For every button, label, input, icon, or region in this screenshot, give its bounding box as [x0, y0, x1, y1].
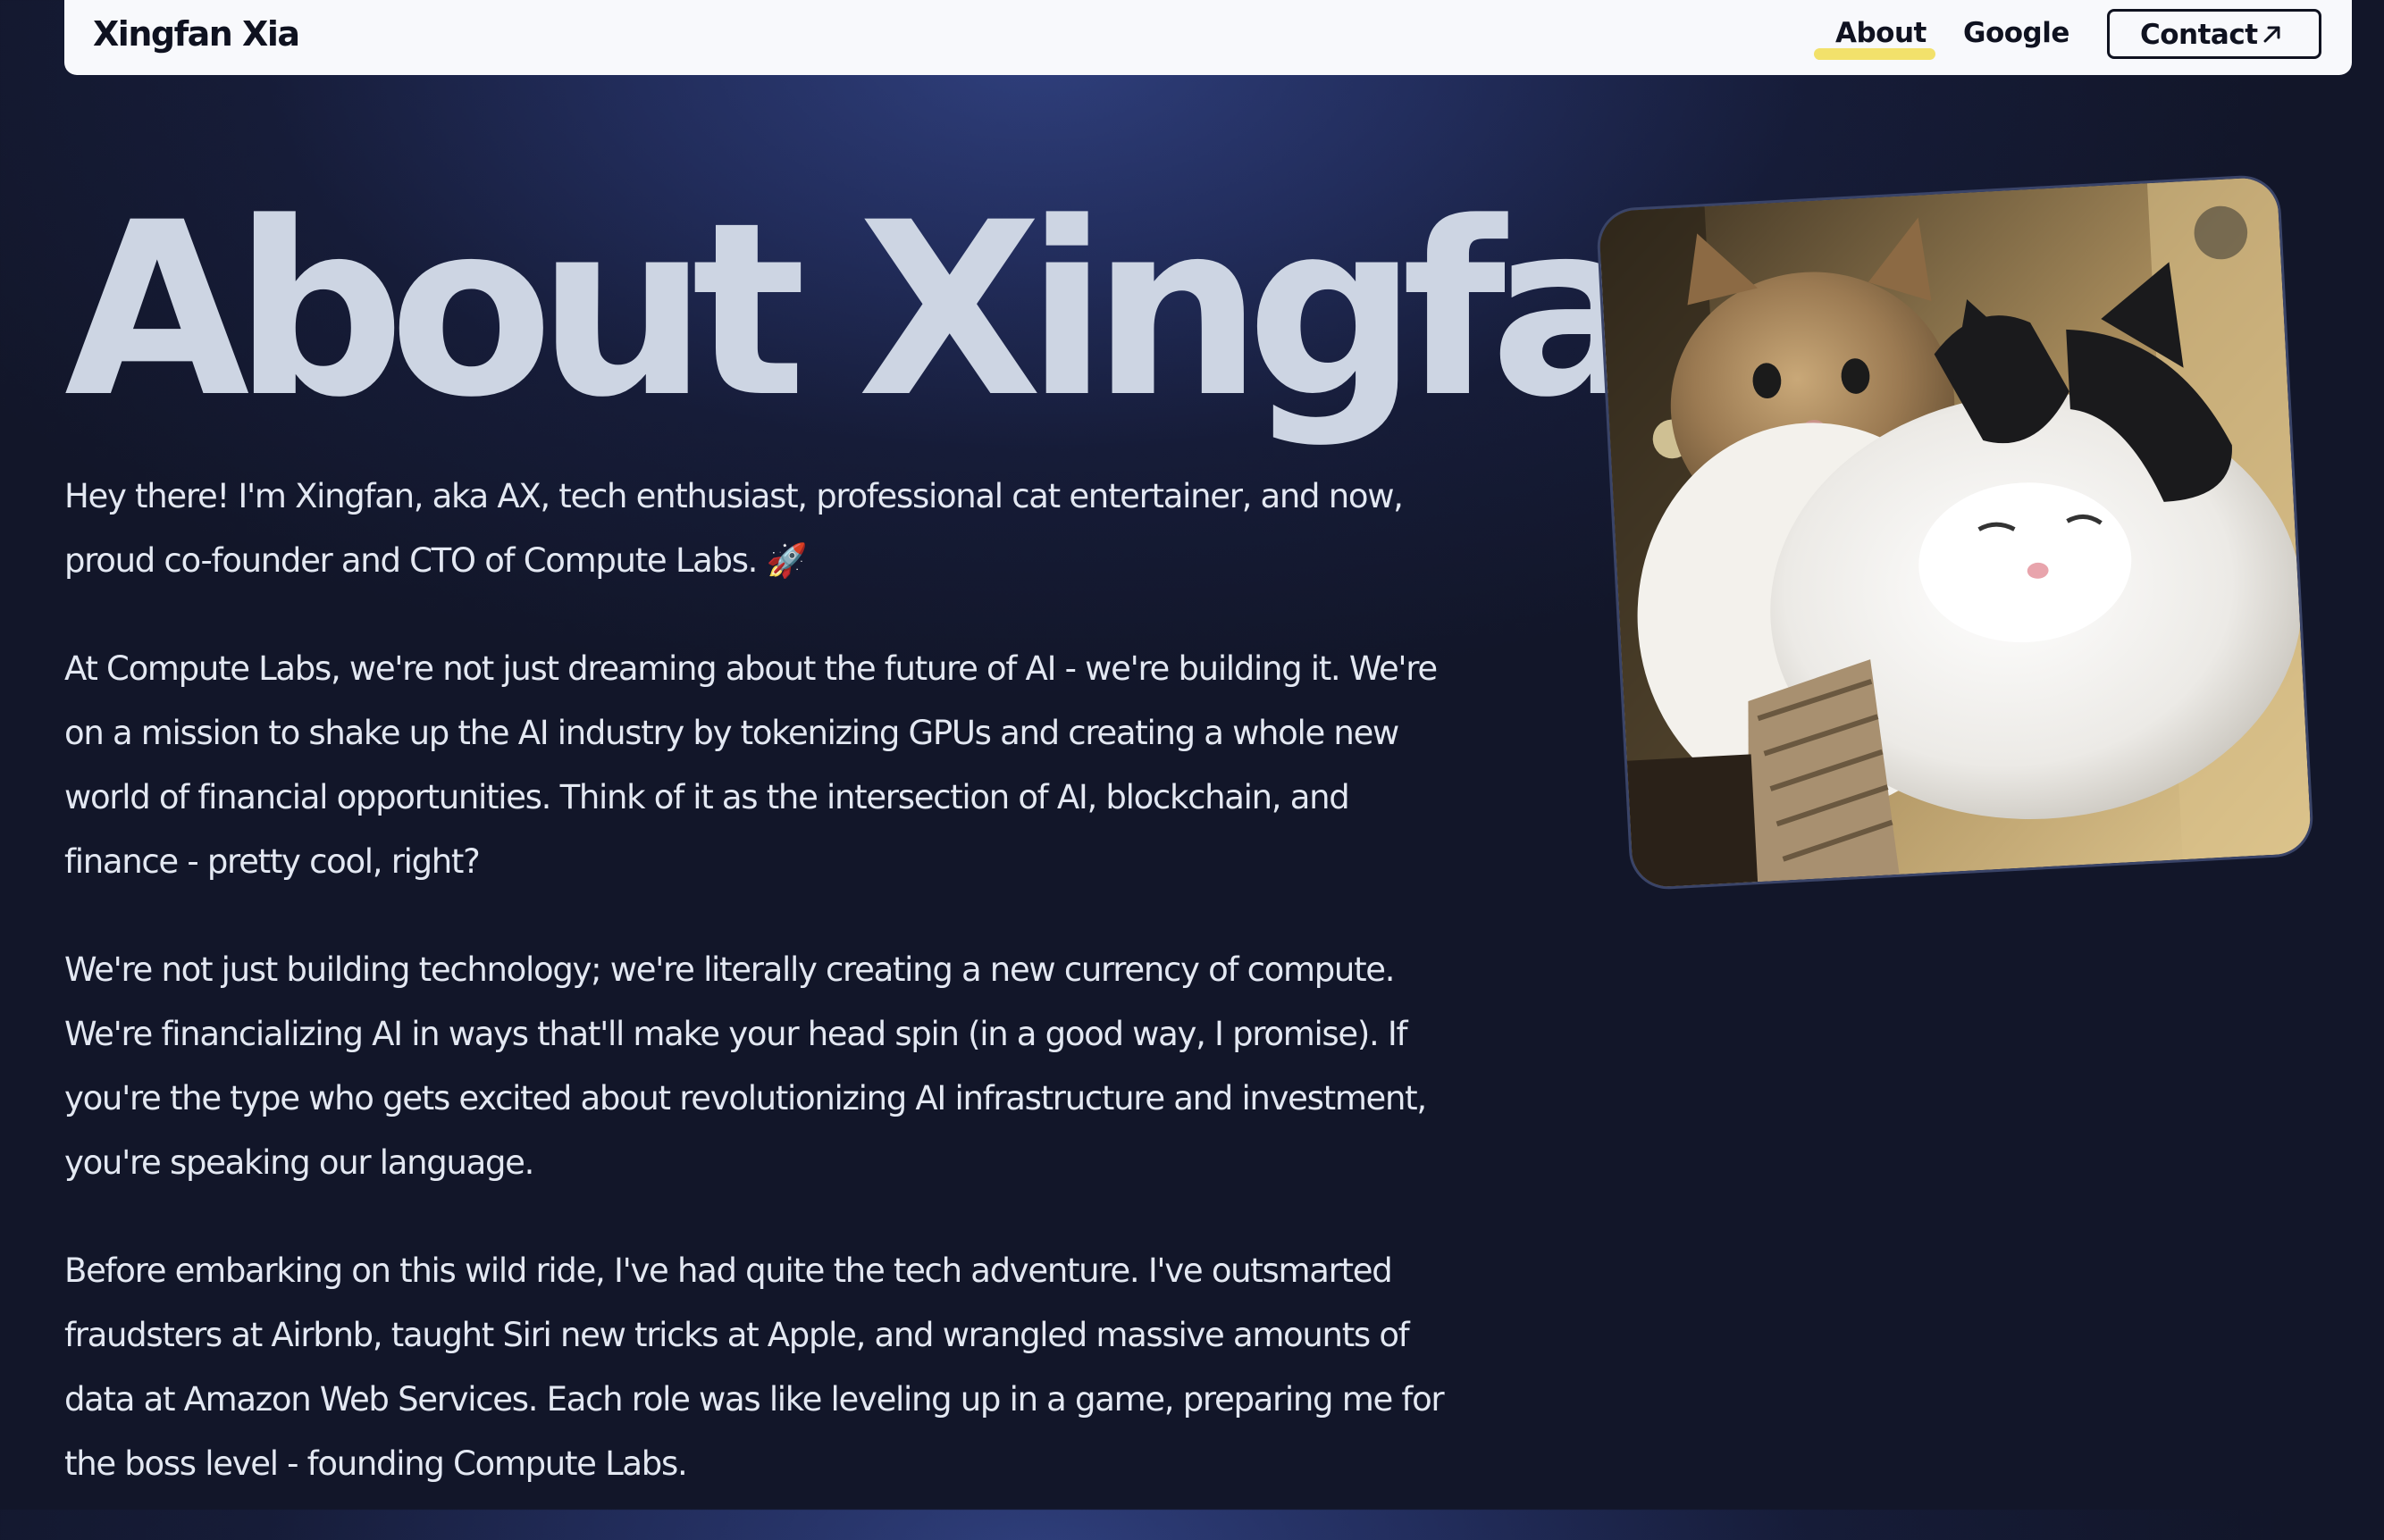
- bio-paragraph-currency: We're not just building technology; we'r…: [64, 950, 1427, 1182]
- bio-paragraph-mission: At Compute Labs, we're not just dreaming…: [64, 649, 1438, 881]
- nav-link-about[interactable]: About: [1835, 16, 1927, 50]
- cats-photo-illustration: [1598, 176, 2313, 889]
- contact-button[interactable]: Contact: [2107, 9, 2321, 59]
- active-nav-underline: [1814, 48, 1935, 60]
- cats-photo: [1595, 173, 2315, 891]
- bio-paragraph-background: Before embarking on this wild ride, I've…: [64, 1251, 1445, 1483]
- page-title: About Xingfan: [64, 172, 1806, 450]
- contact-button-label: Contact: [2140, 19, 2258, 51]
- brand-logo-link[interactable]: Xingfan Xia: [93, 14, 300, 54]
- top-navbar: Xingfan Xia About Google Contact: [64, 0, 2352, 75]
- bio-section: Hey there! I'm Xingfan, aka AX, tech ent…: [64, 465, 1458, 1540]
- bio-paragraph-intro: Hey there! I'm Xingfan, aka AX, tech ent…: [64, 477, 1404, 580]
- arrow-up-right-icon: [2263, 26, 2280, 43]
- nav-link-google[interactable]: Google: [1963, 16, 2069, 50]
